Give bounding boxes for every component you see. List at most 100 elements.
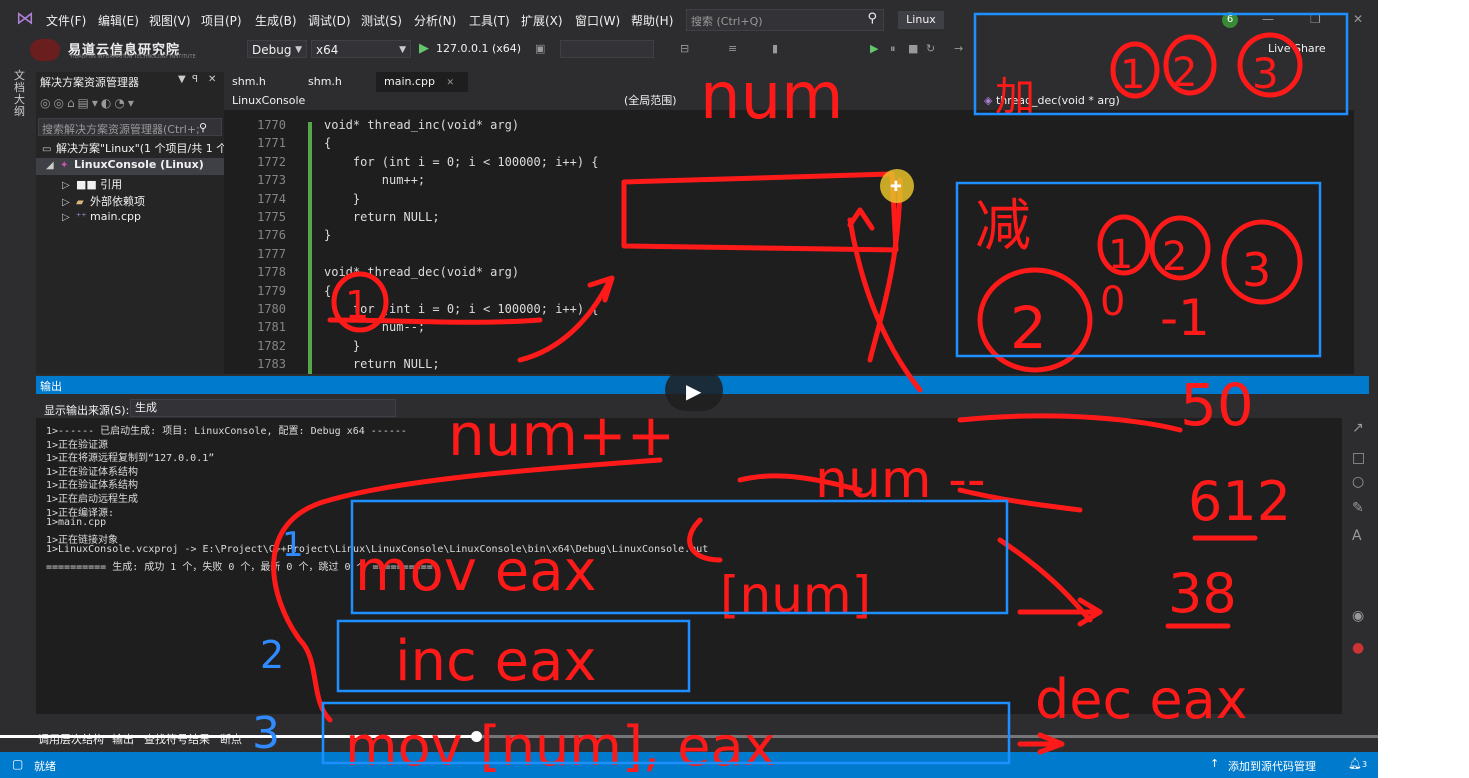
nav-member-dropdown[interactable]: ◈ thread_dec(void * arg) [984, 93, 1344, 109]
menu-test[interactable]: 测试(S) [361, 12, 402, 29]
nav-scope-dropdown[interactable]: (全局范围) [624, 93, 964, 109]
menu-tools[interactable]: 工具(T) [469, 12, 510, 29]
output-text[interactable]: 1>------ 已启动生成: 项目: LinuxConsole, 配置: De… [36, 418, 1342, 714]
tab-output[interactable]: 输出 [112, 731, 134, 747]
search-placeholder: 搜索 (Ctrl+Q) [691, 15, 763, 28]
line-number: 1779 [257, 283, 286, 298]
expand-arrow-icon: ▷ [62, 212, 70, 223]
platform-value: x64 [316, 43, 339, 57]
menu-extensions[interactable]: 扩展(X) [521, 12, 563, 29]
line-number: 1771 [257, 136, 286, 151]
code-editor[interactable]: 1770 void* thread_inc(void* arg) 1771 {1772… [224, 110, 1354, 374]
solution-icon: ▭ [42, 144, 52, 155]
code-line: for (int i = 0; i < 100000; i++) { [324, 154, 599, 169]
menu-analyze[interactable]: 分析(N) [414, 12, 456, 29]
tab-find-symbols[interactable]: 查找符号结果 [144, 731, 210, 747]
menu-help[interactable]: 帮助(H) [631, 12, 673, 29]
menu-file[interactable]: 文件(F) [46, 12, 86, 29]
solution-explorer: 解决方案资源管理器 ▼ ꟼ ✕ ◎◎⌂▤▾◐◔▾ 搜索解决方案资源管理器(Ctr… [36, 72, 234, 374]
line-number: 1775 [257, 210, 286, 224]
ellipse-tool-icon[interactable]: ○ [1352, 474, 1364, 490]
document-outline-tab[interactable]: 文档大纲 [14, 70, 26, 118]
menu-bar: ⋈ 文件(F) 编辑(E) 视图(V) 项目(P) 生成(B) 调试(D) 测试… [0, 0, 1378, 38]
code-line: return NULL; [324, 357, 440, 372]
nav-member-value: thread_dec(void * arg) [995, 94, 1120, 107]
close-icon[interactable]: ✕ [1353, 12, 1363, 26]
tab-main-cpp[interactable]: main.cpp ✕ [376, 72, 468, 92]
tab-shm-h-1[interactable]: shm.h [224, 72, 274, 92]
arrow-icon[interactable]: ↗ [1352, 420, 1364, 436]
nav-project-dropdown[interactable]: LinuxConsole [232, 93, 602, 109]
blank-dropdown[interactable] [560, 40, 654, 58]
menu-edit[interactable]: 编辑(E) [98, 12, 139, 29]
solution-search-placeholder: 搜索解决方案资源管理器(Ctrl+; [42, 123, 200, 136]
solution-explorer-toolbar[interactable]: ◎◎⌂▤▾◐◔▾ [40, 96, 137, 110]
tree-item-references[interactable]: ▷ ■■ 引用 [36, 176, 250, 193]
output-hscrollbar[interactable] [36, 714, 1342, 728]
text-tool-icon[interactable]: A [1352, 528, 1362, 544]
change-indicator [308, 122, 312, 374]
line-number: 1783 [257, 357, 286, 372]
editor-scrollbar[interactable] [1354, 110, 1378, 374]
visual-studio-logo-icon: ⋈ [16, 8, 34, 29]
stop-icon[interactable]: ■ [908, 42, 918, 55]
video-play-button[interactable]: ▶ [665, 369, 723, 411]
video-progress-bar[interactable] [0, 731, 1469, 742]
tree-item-label: main.cpp [90, 210, 141, 223]
video-progress-fill [0, 735, 476, 738]
tree-item-external-deps[interactable]: ▷ ▰ 外部依赖项 [36, 193, 250, 210]
menu-window[interactable]: 窗口(W) [575, 12, 620, 29]
comment-icon[interactable]: ≡ [728, 42, 737, 55]
pin-icon[interactable]: ꟼ [192, 74, 198, 85]
pen-tool-icon[interactable]: ✎ [1352, 500, 1364, 516]
start-debug-icon[interactable]: ▶ [419, 41, 429, 56]
record-icon[interactable]: ◉ [1352, 608, 1364, 624]
close-icon[interactable]: ✕ [208, 74, 216, 85]
code-line: } [324, 191, 361, 206]
pause-icon[interactable]: ⏸ [890, 42, 896, 56]
rect-tool-icon[interactable]: □ [1352, 450, 1365, 466]
add-to-source-control[interactable]: 添加到源代码管理 [1228, 758, 1316, 774]
video-background [1378, 0, 1469, 778]
bell-icon[interactable]: 🔔︎3 [1348, 757, 1367, 770]
continue-icon[interactable]: ▶ [870, 42, 878, 55]
config-dropdown[interactable]: Debug ▼ [247, 40, 307, 58]
platform-dropdown[interactable]: x64 ▼ [311, 40, 411, 58]
menu-view[interactable]: 视图(V) [149, 12, 191, 29]
format-icon[interactable]: ⊟ [680, 42, 689, 55]
minimize-icon[interactable]: — [1262, 12, 1274, 26]
bookmark-icon[interactable]: ▮ [772, 42, 778, 55]
restart-icon[interactable]: ↻ [926, 42, 935, 55]
step-icon[interactable]: → [954, 42, 963, 55]
menu-project[interactable]: 项目(P) [201, 12, 242, 29]
stop-record-icon[interactable]: ● [1352, 640, 1364, 656]
line-number: 1774 [257, 191, 286, 206]
solution-search-input[interactable]: 搜索解决方案资源管理器(Ctrl+; ⚲ [38, 118, 222, 136]
chevron-down-icon: ▼ [399, 45, 406, 55]
tab-label: main.cpp [384, 75, 435, 88]
live-share-button[interactable]: Live Share [1268, 42, 1326, 55]
search-icon: ⚲ [867, 11, 877, 26]
folder-icon[interactable]: ▣ [535, 42, 545, 55]
menu-debug[interactable]: 调试(D) [308, 12, 351, 29]
notification-badge[interactable]: 6 [1222, 12, 1238, 28]
video-progress-knob[interactable] [470, 731, 482, 742]
run-target[interactable]: 127.0.0.1 (x64) [436, 42, 521, 55]
menu-build[interactable]: 生成(B) [255, 12, 297, 29]
output-source-dropdown[interactable]: 生成 [130, 399, 396, 417]
tree-item-main-cpp[interactable]: ▷ ⁺⁺ main.cpp [36, 210, 250, 227]
tree-item-solution[interactable]: ▭ 解决方案"Linux"(1 个项目/共 1 个 [36, 140, 230, 157]
quick-search-input[interactable]: 搜索 (Ctrl+Q) ⚲ [686, 9, 884, 31]
tab-call-hierarchy[interactable]: 调用层次结构 [38, 731, 104, 747]
line-number: 1772 [257, 154, 286, 169]
restore-icon[interactable]: ❐ [1310, 12, 1321, 26]
code-line: return NULL; [324, 210, 440, 224]
tree-item-project[interactable]: ◢ ✦ LinuxConsole (Linux) [36, 158, 234, 175]
close-icon[interactable]: ✕ [447, 78, 455, 88]
code-line: void* thread_inc(void* arg) [324, 118, 520, 132]
chevron-down-icon[interactable]: ▼ [178, 74, 186, 85]
line-number: 1773 [257, 173, 286, 188]
tab-breakpoints[interactable]: 断点 [220, 731, 242, 747]
tab-shm-h-2[interactable]: shm.h [300, 72, 350, 92]
output-line: ========== 生成: 成功 1 个，失败 0 个，最新 0 个，跳过 0… [46, 562, 433, 573]
